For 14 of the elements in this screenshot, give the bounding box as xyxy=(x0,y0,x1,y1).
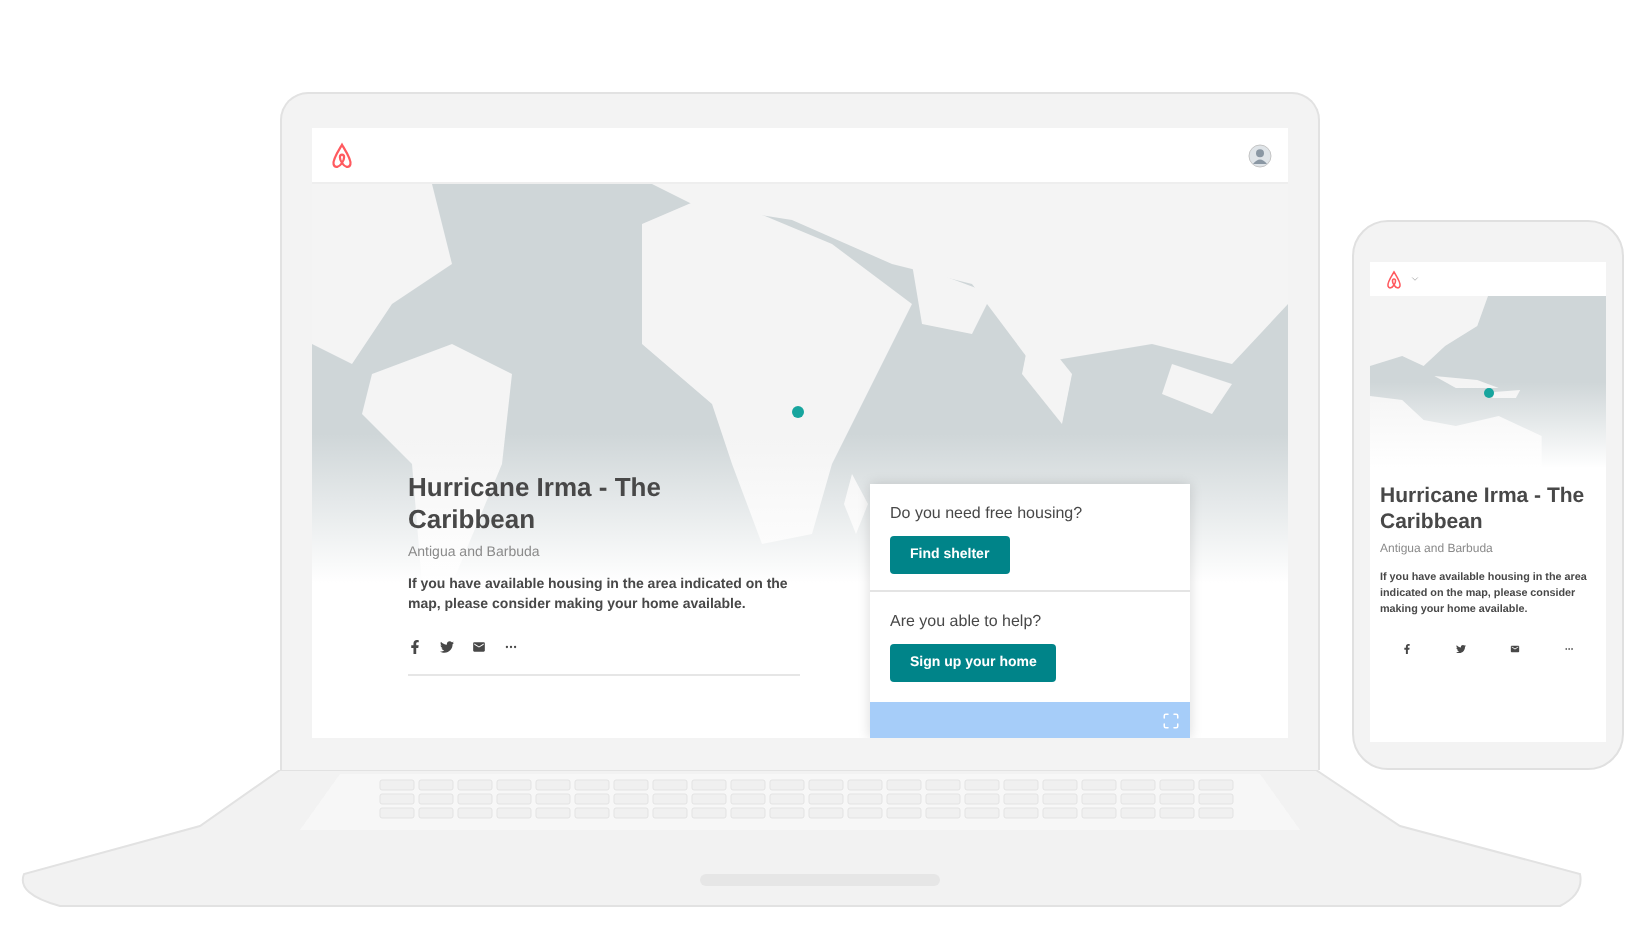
mail-icon[interactable] xyxy=(472,639,486,654)
facebook-icon[interactable] xyxy=(1402,643,1412,654)
facebook-icon[interactable] xyxy=(408,639,422,654)
page-title: Hurricane Irma - The Caribbean xyxy=(408,472,663,537)
twitter-icon[interactable] xyxy=(1456,643,1466,654)
twitter-icon[interactable] xyxy=(440,639,454,654)
logo-icon[interactable] xyxy=(1384,269,1404,289)
mail-icon[interactable] xyxy=(1510,643,1520,654)
question-text: Are you able to help? xyxy=(890,612,1042,630)
question-text: Do you need free housing? xyxy=(890,504,1083,522)
page-title: Hurricane Irma - The Caribbean xyxy=(1380,484,1587,537)
map-pin[interactable] xyxy=(1484,388,1494,398)
avatar-icon[interactable] xyxy=(1248,143,1272,167)
logo-icon[interactable] xyxy=(328,141,356,169)
